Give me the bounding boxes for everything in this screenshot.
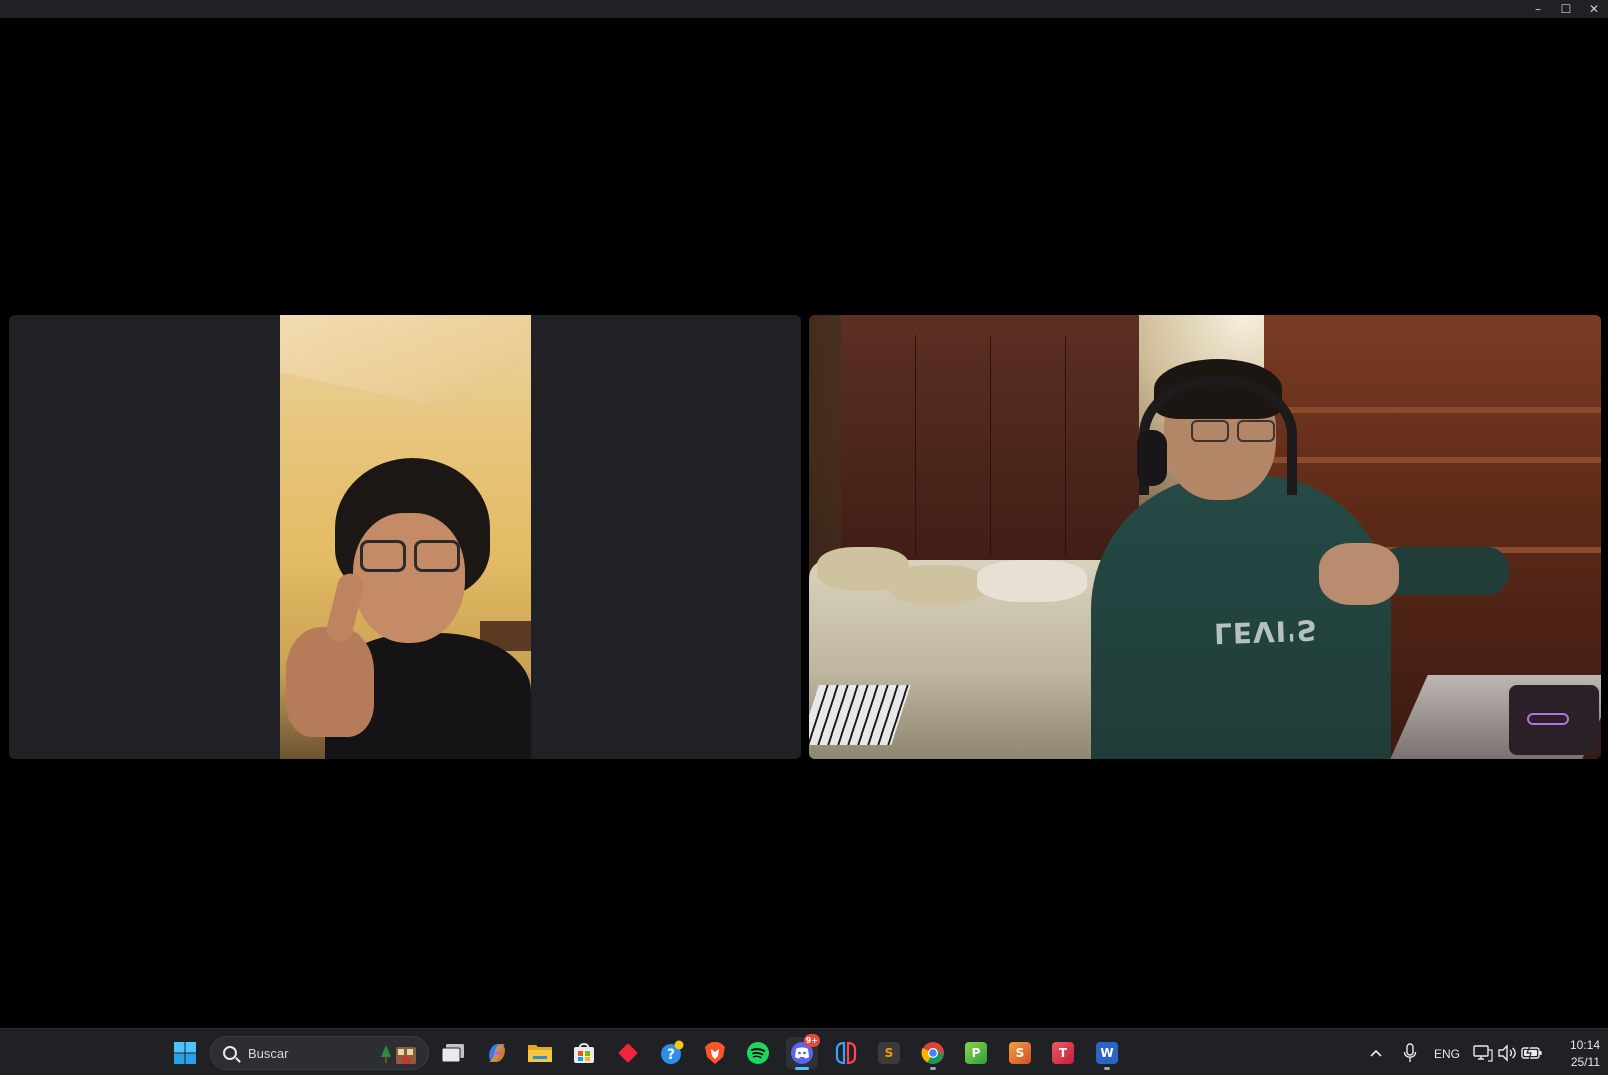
sway-button[interactable]: S: [1004, 1037, 1036, 1069]
participant-tile-2[interactable]: LEVI'S: [809, 315, 1601, 759]
search-highlight-icon: [381, 1045, 416, 1064]
search-placeholder: Buscar: [248, 1046, 289, 1061]
spotify-icon: [747, 1042, 769, 1064]
switch-icon: [835, 1041, 857, 1065]
copilot-button[interactable]: [481, 1037, 513, 1069]
battery-charging-icon: [1521, 1045, 1542, 1061]
minimize-button[interactable]: –: [1524, 0, 1552, 18]
language-indicator[interactable]: ENG: [1434, 1047, 1460, 1061]
sublime-icon: S: [878, 1042, 900, 1064]
microphone-button[interactable]: [1397, 1037, 1423, 1069]
participant-glasses: [1191, 420, 1277, 446]
t-app-icon: T: [1052, 1042, 1074, 1064]
video-pillow: [977, 560, 1087, 602]
project-icon: P: [965, 1042, 987, 1064]
task-view-button[interactable]: [437, 1037, 469, 1069]
clock-date: 25/11: [1570, 1055, 1600, 1069]
microphone-icon: [1403, 1043, 1417, 1062]
participant-fist: [1319, 543, 1399, 605]
video-wardrobe: [841, 315, 1139, 570]
chrome-icon: [921, 1042, 944, 1064]
sway-icon: S: [1009, 1042, 1031, 1064]
clock-time: 10:14: [1569, 1038, 1600, 1052]
windows-start-icon: [174, 1042, 196, 1064]
chrome-button[interactable]: [917, 1037, 949, 1070]
participant-tile-1[interactable]: [9, 315, 801, 759]
search-icon: [223, 1046, 237, 1060]
participant-video-1: [280, 315, 531, 759]
spotify-button[interactable]: [742, 1037, 774, 1069]
maximize-button[interactable]: ☐: [1552, 0, 1580, 18]
maximize-icon: ☐: [1560, 2, 1572, 16]
video-background: [280, 315, 531, 407]
thumbs-up-hand: [286, 627, 374, 737]
taskbar: Buscar ? 9+ S P S T W ENG 10:14 25/11: [0, 1028, 1608, 1075]
microsoft-store-button[interactable]: [568, 1037, 600, 1069]
svg-text:?: ?: [667, 1047, 675, 1063]
help-icon: ?: [661, 1040, 684, 1064]
switch-app-button[interactable]: [830, 1037, 862, 1069]
notification-badge: 9+: [803, 1034, 820, 1047]
red-diamond-app-button[interactable]: [612, 1037, 644, 1069]
store-icon: [574, 1043, 594, 1063]
call-stage: LEVI'S: [0, 18, 1608, 1028]
minimize-icon: –: [1535, 2, 1541, 16]
copilot-icon: [489, 1044, 505, 1062]
word-icon: W: [1096, 1042, 1118, 1064]
folder-icon: [528, 1045, 552, 1062]
red-diamond-icon: [618, 1043, 638, 1063]
participant-glasses: [360, 540, 464, 574]
network-button[interactable]: [1470, 1037, 1496, 1069]
battery-button[interactable]: [1519, 1037, 1545, 1069]
video-pillow: [889, 565, 985, 605]
show-hidden-icons-button[interactable]: [1363, 1037, 1389, 1069]
volume-icon: [1498, 1044, 1516, 1062]
participant-face: [353, 513, 465, 643]
t-app-button[interactable]: T: [1047, 1037, 1079, 1069]
hoodie-text: LEVI'S: [1213, 613, 1319, 650]
volume-button[interactable]: [1494, 1037, 1520, 1069]
word-button[interactable]: W: [1091, 1037, 1123, 1070]
close-button[interactable]: ✕: [1580, 0, 1608, 18]
running-indicator: [795, 1067, 809, 1070]
headphone-earcup: [1137, 430, 1167, 486]
discord-button[interactable]: 9+: [786, 1034, 820, 1070]
brave-icon: [705, 1042, 725, 1064]
search-box[interactable]: Buscar: [210, 1036, 429, 1070]
file-explorer-button[interactable]: [524, 1037, 556, 1069]
video-rgb-device: [1509, 685, 1599, 755]
task-view-icon: [441, 1044, 464, 1063]
title-bar: – ☐ ✕: [0, 0, 1608, 18]
help-button[interactable]: ?: [656, 1037, 688, 1069]
chevron-up-icon: [1370, 1049, 1382, 1057]
clock[interactable]: 10:14 25/11: [1552, 1036, 1600, 1070]
running-indicator: [930, 1067, 936, 1070]
project-button[interactable]: P: [960, 1037, 992, 1069]
network-icon: [1473, 1045, 1493, 1062]
close-icon: ✕: [1588, 2, 1600, 16]
running-indicator: [1104, 1067, 1110, 1070]
sublime-button[interactable]: S: [873, 1037, 905, 1069]
brave-button[interactable]: [699, 1037, 731, 1069]
start-button[interactable]: [169, 1037, 201, 1069]
participant-video-2: LEVI'S: [809, 315, 1601, 759]
